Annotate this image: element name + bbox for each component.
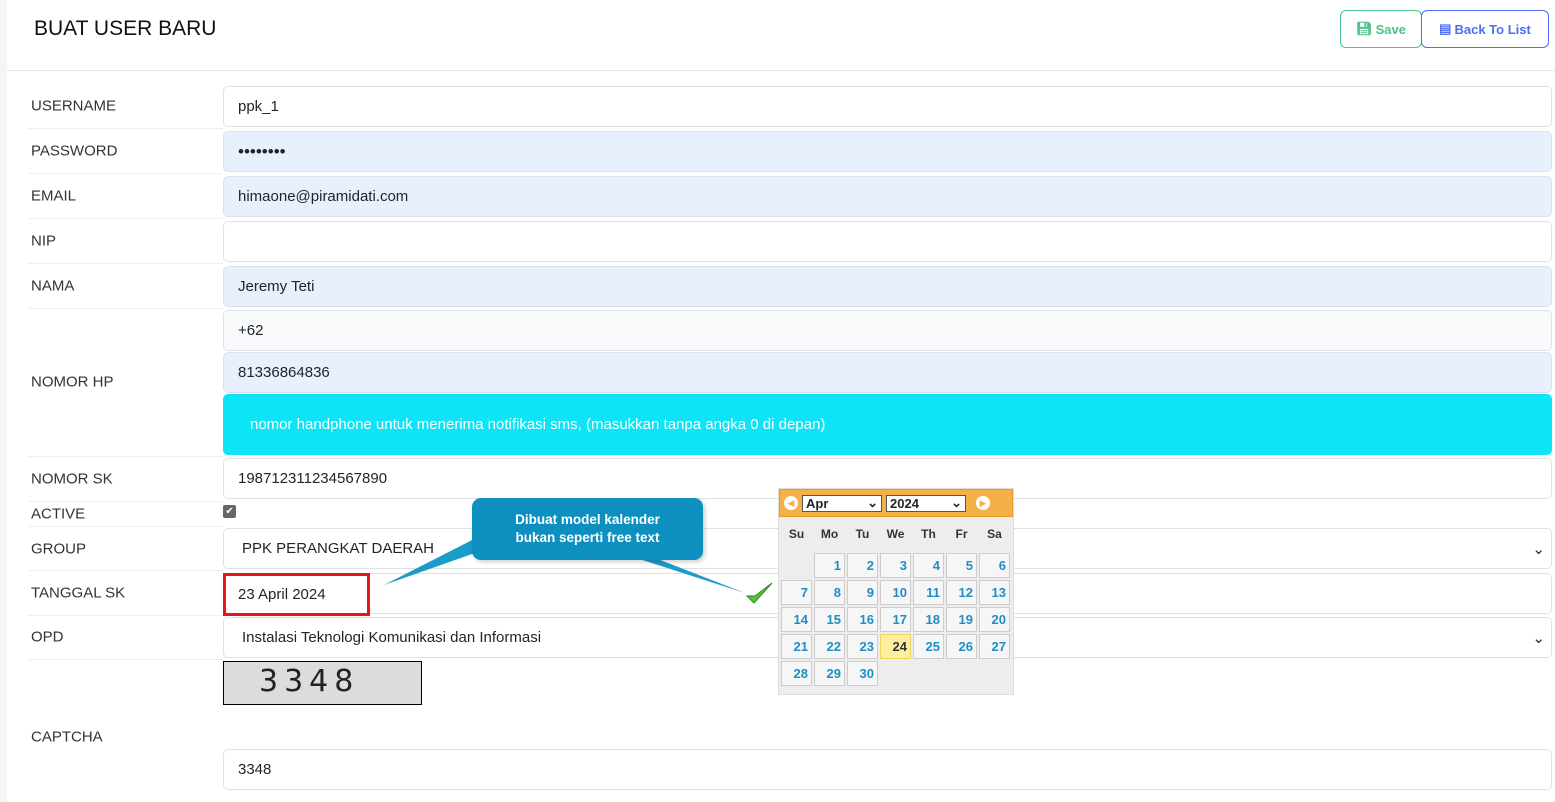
- weekday-header: Fr: [955, 527, 968, 541]
- weekday-header: Su: [788, 527, 805, 541]
- calendar-day[interactable]: 9: [847, 580, 878, 605]
- check-icon: [745, 582, 773, 604]
- calendar-day[interactable]: 29: [814, 661, 845, 686]
- calendar-day[interactable]: 16: [847, 607, 878, 632]
- calendar-day[interactable]: 8: [814, 580, 845, 605]
- calendar-day[interactable]: 17: [880, 607, 911, 632]
- calendar-day[interactable]: 21: [781, 634, 812, 659]
- empty-cell: [781, 553, 812, 578]
- calendar-day[interactable]: 30: [847, 661, 878, 686]
- calendar-day[interactable]: 28: [781, 661, 812, 686]
- calendar-day[interactable]: 12: [946, 580, 977, 605]
- year-value: 2024: [890, 495, 919, 511]
- weekday-header: Th: [921, 527, 936, 541]
- calendar-day[interactable]: 10: [880, 580, 911, 605]
- calendar-grid: Su Mo Tu We Th Fr Sa 1 2 3 4 5 6 7 8 9 10 11 12 13 14 15 16 17 1…: [779, 523, 1013, 686]
- annotation-line: Dibuat model kalender: [515, 512, 660, 527]
- calendar-day[interactable]: 11: [913, 580, 944, 605]
- calendar-day[interactable]: 7: [781, 580, 812, 605]
- calendar-day[interactable]: 23: [847, 634, 878, 659]
- annotation-callout: Dibuat model kalender bukan seperti free …: [472, 498, 703, 560]
- prev-month-icon[interactable]: ◀: [784, 496, 798, 510]
- calendar-day[interactable]: 6: [979, 553, 1010, 578]
- calendar-day[interactable]: 19: [946, 607, 977, 632]
- calendar-day[interactable]: 14: [781, 607, 812, 632]
- calendar-day[interactable]: 1: [814, 553, 845, 578]
- calendar-day[interactable]: 2: [847, 553, 878, 578]
- calendar-day[interactable]: 4: [913, 553, 944, 578]
- calendar-day[interactable]: 13: [979, 580, 1010, 605]
- calendar-day[interactable]: 24: [880, 634, 911, 659]
- weekday-header: Mo: [820, 527, 839, 541]
- calendar-day[interactable]: 3: [880, 553, 911, 578]
- annotation-line: bukan seperti free text: [515, 530, 660, 545]
- calendar-day[interactable]: 26: [946, 634, 977, 659]
- year-select[interactable]: 2024 ⌄: [886, 494, 966, 512]
- weekday-header: We: [886, 527, 905, 541]
- calendar-day[interactable]: 25: [913, 634, 944, 659]
- calendar-day[interactable]: 15: [814, 607, 845, 632]
- calendar-day[interactable]: 27: [979, 634, 1010, 659]
- weekday-header: Sa: [987, 527, 1002, 541]
- month-select[interactable]: Apr ⌄: [802, 494, 882, 512]
- month-value: Apr: [806, 495, 829, 511]
- calendar-day[interactable]: 22: [814, 634, 845, 659]
- next-month-icon[interactable]: ▶: [976, 496, 990, 510]
- calendar-day[interactable]: 5: [946, 553, 977, 578]
- calendar-day[interactable]: 18: [913, 607, 944, 632]
- datepicker: ◀ Apr ⌄ 2024 ⌄ ▶ Su Mo Tu We Th Fr Sa 1 2 3 4 5 6 7 8 9 10…: [778, 488, 1014, 695]
- weekday-header: Tu: [855, 527, 870, 541]
- calendar-day[interactable]: 20: [979, 607, 1010, 632]
